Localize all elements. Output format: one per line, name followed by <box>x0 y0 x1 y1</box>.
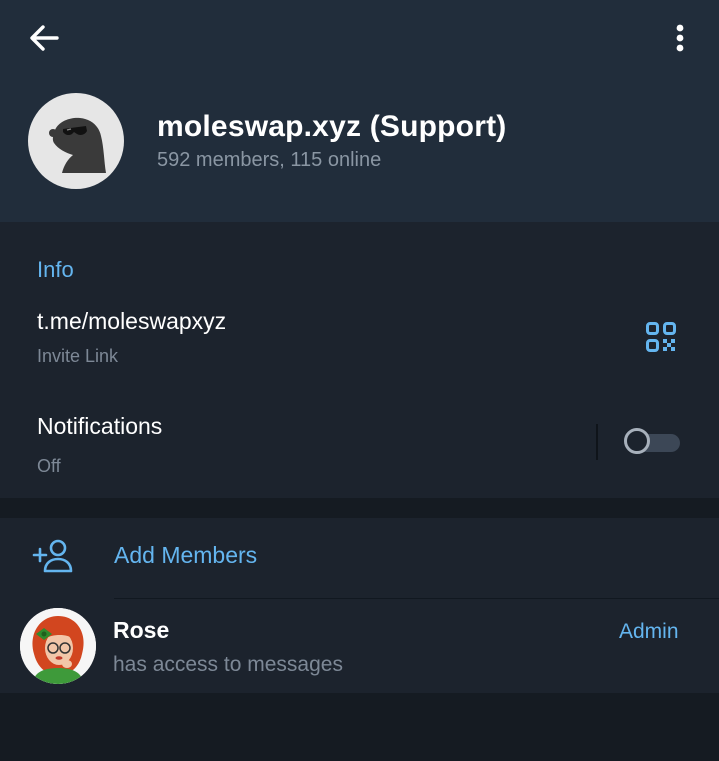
member-name: Rose <box>113 617 170 643</box>
invite-link[interactable]: t.me/moleswapxyz <box>37 308 226 335</box>
back-button[interactable] <box>24 18 64 58</box>
member-count: 592 members, 115 online <box>157 149 382 171</box>
info-section-title: Info <box>37 257 74 282</box>
section-separator <box>0 498 719 518</box>
notifications-status: Off <box>37 456 61 476</box>
notifications-toggle[interactable] <box>624 428 682 458</box>
arrow-left-icon <box>30 25 59 51</box>
more-vertical-icon <box>676 24 684 52</box>
rose-avatar-icon <box>20 608 96 684</box>
group-avatar[interactable] <box>28 93 124 189</box>
add-members-button[interactable] <box>0 518 719 598</box>
group-title: moleswap.xyz (Support) <box>157 110 507 143</box>
notifications-label[interactable]: Notifications <box>37 413 162 440</box>
member-avatar[interactable] <box>20 608 96 684</box>
add-members-label: Add Members <box>114 542 258 568</box>
more-options-button[interactable] <box>660 18 700 58</box>
empty-area <box>0 693 719 761</box>
qr-code-button[interactable] <box>640 316 682 358</box>
toggle-knob <box>624 428 650 454</box>
invite-link-caption: Invite Link <box>37 346 119 366</box>
toggle-divider <box>596 424 598 460</box>
member-row[interactable] <box>0 599 719 693</box>
mole-logo-icon <box>49 117 106 173</box>
member-status: has access to messages <box>113 653 343 676</box>
add-user-icon <box>32 539 73 573</box>
qr-code-icon <box>646 322 676 352</box>
admin-badge: Admin <box>619 620 679 643</box>
